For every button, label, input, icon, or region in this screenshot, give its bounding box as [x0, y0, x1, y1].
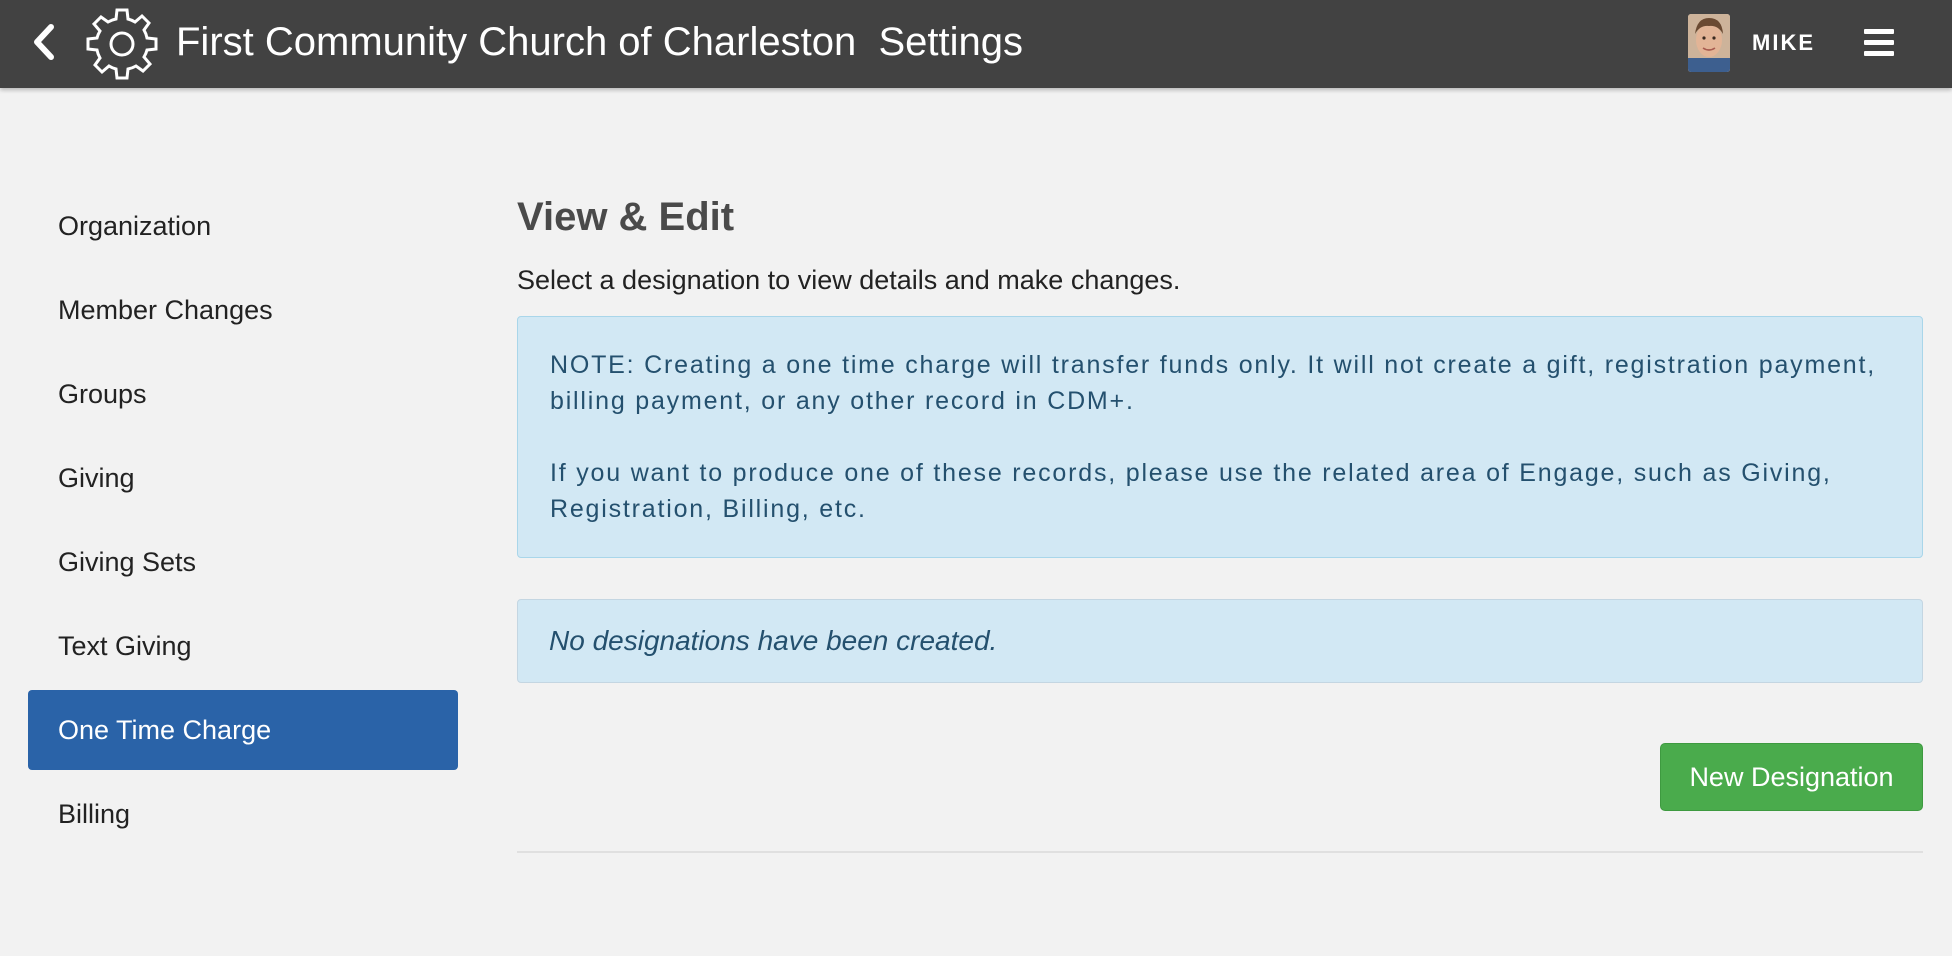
note-paragraph: NOTE: Creating a one time charge will tr… [550, 351, 1876, 415]
avatar[interactable] [1688, 14, 1730, 72]
sidebar-item-giving-sets[interactable]: Giving Sets [28, 522, 458, 602]
sidebar-item-organization[interactable]: Organization [28, 186, 458, 266]
page-title: View & Edit [517, 195, 735, 239]
sidebar-item-text-giving[interactable]: Text Giving [28, 606, 458, 686]
new-designation-button[interactable]: New Designation [1660, 743, 1923, 811]
settings-sidebar: Organization Member Changes Groups Givin… [28, 186, 458, 858]
chevron-left-icon [34, 24, 54, 60]
hamburger-menu-icon[interactable] [1860, 22, 1900, 62]
sidebar-item-giving[interactable]: Giving [28, 438, 458, 518]
action-row: New Designation [517, 743, 1923, 811]
sidebar-item-groups[interactable]: Groups [28, 354, 458, 434]
page-subtitle: Select a designation to view details and… [517, 265, 1181, 295]
sidebar-item-one-time-charge[interactable]: One Time Charge [28, 690, 458, 770]
sidebar-item-billing[interactable]: Billing [28, 774, 458, 854]
app-title: First Community Church of Charleston Set… [176, 20, 1023, 64]
back-button[interactable] [22, 18, 66, 66]
divider [517, 851, 1923, 853]
info-note: NOTE: Creating a one time charge will tr… [517, 316, 1923, 558]
username[interactable]: MIKE [1752, 26, 1815, 60]
main-content: View & Edit Select a designation to view… [517, 186, 1923, 853]
empty-designations-message: No designations have been created. [517, 599, 1923, 683]
gear-icon [84, 6, 160, 82]
top-bar: First Community Church of Charleston Set… [0, 0, 1952, 88]
sidebar-item-member-changes[interactable]: Member Changes [28, 270, 458, 350]
note-paragraph: If you want to produce one of these reco… [550, 459, 1832, 523]
